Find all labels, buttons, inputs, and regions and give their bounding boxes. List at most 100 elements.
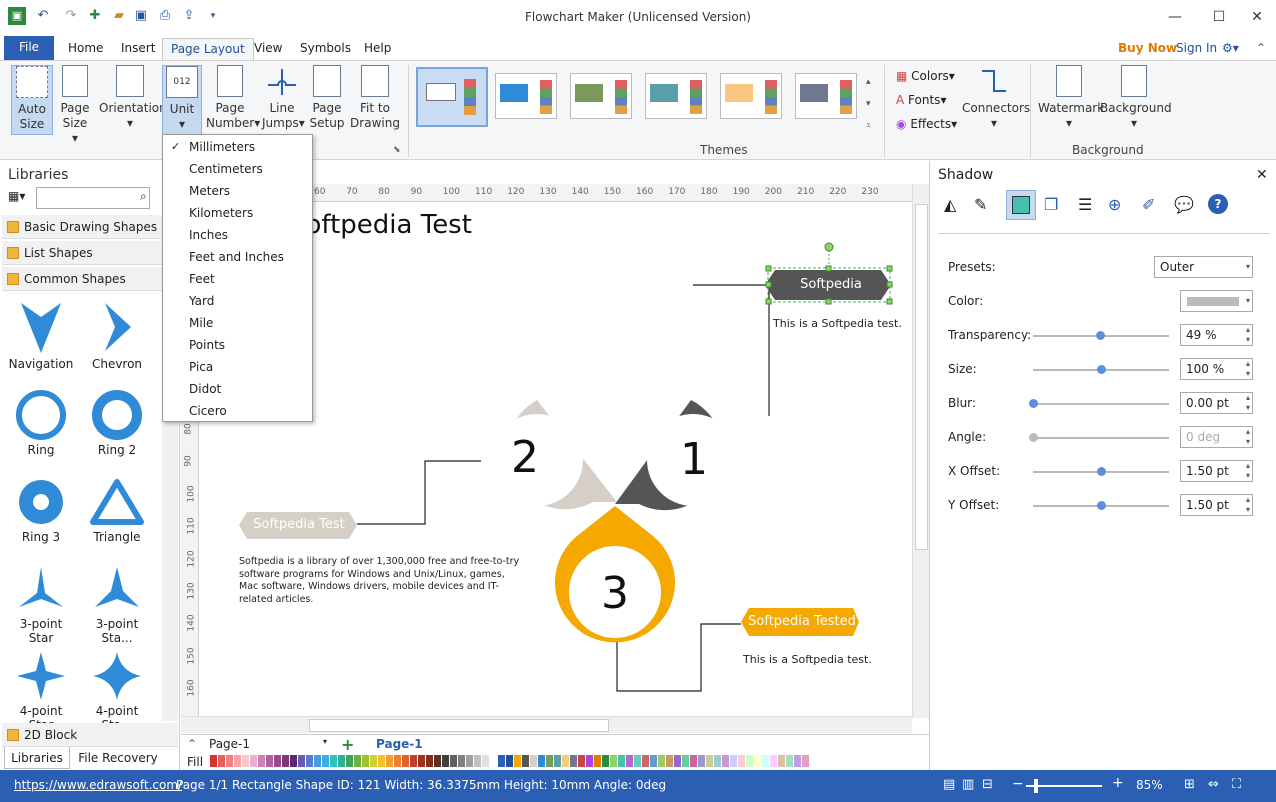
shadow-row-value[interactable]: 49 % ▴ ▾ xyxy=(1180,324,1253,346)
tab-libraries[interactable]: Libraries xyxy=(4,747,70,769)
close-button[interactable]: ✕ xyxy=(1242,6,1272,28)
shape-chevron[interactable]: Chevron xyxy=(82,297,152,371)
color-swatch[interactable] xyxy=(338,755,345,767)
horizontal-scrollbar[interactable] xyxy=(181,716,912,733)
slider-knob[interactable] xyxy=(1097,467,1106,476)
color-swatch[interactable] xyxy=(386,755,393,767)
library-menu-icon[interactable]: ▦▾ xyxy=(8,189,25,203)
page-tab-1[interactable]: Page-1 xyxy=(376,737,423,751)
tab-insert[interactable]: Insert xyxy=(113,38,163,60)
maximize-button[interactable]: ☐ xyxy=(1204,6,1234,28)
presets-select[interactable]: Outer ▾ xyxy=(1154,256,1253,278)
shadow-row-value[interactable]: 1.50 pt ▴ ▾ xyxy=(1180,460,1253,482)
color-swatch[interactable] xyxy=(634,755,641,767)
color-swatch[interactable] xyxy=(418,755,425,767)
color-swatch[interactable] xyxy=(370,755,377,767)
slider-knob[interactable] xyxy=(1029,433,1038,442)
color-swatch[interactable] xyxy=(554,755,561,767)
color-swatch[interactable] xyxy=(322,755,329,767)
shadow-row-slider[interactable] xyxy=(1029,433,1169,442)
color-swatch[interactable] xyxy=(274,755,281,767)
color-swatch[interactable] xyxy=(474,755,481,767)
fonts-button[interactable]: A Fonts▾ xyxy=(896,93,946,107)
color-swatch[interactable] xyxy=(506,755,513,767)
color-swatch[interactable] xyxy=(650,755,657,767)
color-swatch[interactable] xyxy=(282,755,289,767)
settings-icon[interactable]: ⚙▾ xyxy=(1214,38,1247,60)
color-swatch[interactable] xyxy=(786,755,793,767)
shadow-row-slider[interactable] xyxy=(1033,365,1169,374)
color-swatch[interactable] xyxy=(674,755,681,767)
color-swatch[interactable] xyxy=(658,755,665,767)
shape-4-point-star-2[interactable]: 4-point Sta... xyxy=(82,648,152,732)
shadow-color-picker[interactable]: ▾ xyxy=(1180,290,1253,312)
layers-icon[interactable]: ❐ xyxy=(1044,195,1058,214)
color-swatch[interactable] xyxy=(226,755,233,767)
color-swatch[interactable] xyxy=(538,755,545,767)
library-search-input[interactable] xyxy=(36,187,150,209)
color-swatch[interactable] xyxy=(746,755,753,767)
color-swatch[interactable] xyxy=(290,755,297,767)
shadow-row-value[interactable]: 0 deg ▴ ▾ xyxy=(1180,426,1253,448)
color-swatch[interactable] xyxy=(770,755,777,767)
fit-page-icon[interactable]: ⊞ xyxy=(1184,777,1195,792)
slider-knob[interactable] xyxy=(1097,501,1106,510)
comment-icon[interactable]: 💬 xyxy=(1174,195,1194,214)
color-swatch[interactable] xyxy=(586,755,593,767)
unit-option-mile[interactable]: Mile xyxy=(163,312,312,334)
color-swatch[interactable] xyxy=(642,755,649,767)
fit-width-icon[interactable]: ⇔ xyxy=(1208,777,1219,792)
zoom-out-icon[interactable]: − xyxy=(1012,776,1024,792)
add-page-icon[interactable]: + xyxy=(341,735,354,754)
color-swatch[interactable] xyxy=(690,755,697,767)
color-swatch[interactable] xyxy=(794,755,801,767)
color-swatch[interactable] xyxy=(426,755,433,767)
unit-option-cicero[interactable]: Cicero xyxy=(163,400,312,422)
effects-button[interactable]: ◉ Effects▾ xyxy=(896,117,957,131)
fullscreen-icon[interactable]: ⛶ xyxy=(1232,777,1241,792)
color-swatch[interactable] xyxy=(714,755,721,767)
shadow-row-slider[interactable] xyxy=(1033,331,1169,340)
unit-option-feet[interactable]: Feet xyxy=(163,268,312,290)
color-swatch[interactable] xyxy=(706,755,713,767)
shape-ring[interactable]: Ring xyxy=(6,387,76,457)
unit-option-feet-and-inches[interactable]: Feet and Inches xyxy=(163,246,312,268)
page-size-button[interactable]: Page Size ▾ xyxy=(58,65,92,146)
unit-option-points[interactable]: Points xyxy=(163,334,312,356)
colors-button[interactable]: ▦ Colors▾ xyxy=(896,69,955,83)
line-icon[interactable]: ✎ xyxy=(974,195,987,214)
color-swatch[interactable] xyxy=(546,755,553,767)
tab-symbols[interactable]: Symbols xyxy=(292,38,359,60)
shape-3-point-star-2[interactable]: 3-point Sta... xyxy=(82,561,152,645)
shadow-row-value[interactable]: 0.00 pt ▴ ▾ xyxy=(1180,392,1253,414)
unit-option-kilometers[interactable]: Kilometers xyxy=(163,202,312,224)
theme-4[interactable] xyxy=(645,73,707,119)
color-swatch[interactable] xyxy=(346,755,353,767)
tab-file-recovery[interactable]: File Recovery xyxy=(76,747,160,769)
library-section-2d-block[interactable]: 2D Block xyxy=(2,723,178,747)
color-swatch[interactable] xyxy=(218,755,225,767)
unit-option-inches[interactable]: Inches xyxy=(163,224,312,246)
expand-icon[interactable]: ⌃ xyxy=(187,737,197,751)
color-swatch[interactable] xyxy=(466,755,473,767)
unit-option-didot[interactable]: Didot xyxy=(163,378,312,400)
zoom-in-icon[interactable]: + xyxy=(1112,775,1124,791)
color-swatch[interactable] xyxy=(434,755,441,767)
library-section-common-shapes[interactable]: Common Shapes xyxy=(2,267,162,291)
themes-scroll-icon[interactable]: ▴ ▾ ⩡ xyxy=(866,71,871,137)
color-swatch[interactable] xyxy=(210,755,217,767)
presentation-icon[interactable]: ⊟ xyxy=(982,777,993,792)
color-swatch[interactable] xyxy=(730,755,737,767)
unit-option-meters[interactable]: Meters xyxy=(163,180,312,202)
website-link[interactable]: https://www.edrawsoft.com/ xyxy=(14,778,182,792)
color-swatch[interactable] xyxy=(578,755,585,767)
close-panel-icon[interactable]: ✕ xyxy=(1256,167,1268,183)
slider-knob[interactable] xyxy=(1097,365,1106,374)
color-swatch[interactable] xyxy=(234,755,241,767)
color-swatch[interactable] xyxy=(442,755,449,767)
color-swatch[interactable] xyxy=(698,755,705,767)
color-swatch[interactable] xyxy=(362,755,369,767)
shape-ring-3[interactable]: Ring 3 xyxy=(6,474,76,544)
page-properties-icon[interactable]: ☰ xyxy=(1078,195,1092,214)
color-swatch[interactable] xyxy=(378,755,385,767)
